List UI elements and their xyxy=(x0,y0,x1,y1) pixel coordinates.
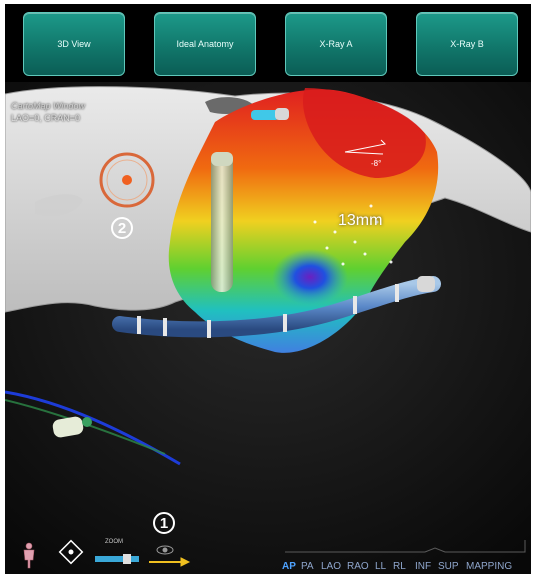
arrow-right-icon[interactable] xyxy=(149,557,191,567)
tab-sup[interactable]: SUP xyxy=(438,561,459,572)
zoom-slider-icon[interactable] xyxy=(95,554,139,564)
tab-lao[interactable]: LAO xyxy=(321,561,341,572)
angle-marker-label: -8° xyxy=(371,159,381,168)
tab-ll[interactable]: LL xyxy=(375,561,386,572)
body-figure-icon[interactable] xyxy=(23,542,35,569)
zoom-label: ZOOM xyxy=(105,539,123,545)
carto-viewport: 3D View Ideal Anatomy X-Ray A X-Ray B -8… xyxy=(5,4,531,574)
tab-inf[interactable]: INF xyxy=(415,561,431,572)
3d-map-scene[interactable]: -8° xyxy=(5,82,531,574)
tab-pa[interactable]: PA xyxy=(301,561,314,572)
ideal-anatomy-button[interactable]: Ideal Anatomy xyxy=(154,12,256,76)
eye-icon[interactable] xyxy=(156,545,174,555)
xray-a-button[interactable]: X-Ray A xyxy=(285,12,387,76)
navigation-pad-icon[interactable] xyxy=(58,539,84,565)
tab-ap[interactable]: AP xyxy=(282,561,296,572)
tab-mapping[interactable]: MAPPING xyxy=(466,561,512,572)
top-button-bar: 3D View Ideal Anatomy X-Ray A X-Ray B xyxy=(5,4,531,82)
activation-map-blue-zone xyxy=(272,249,348,305)
bottom-toolbar: ZOOM AP PA LAO RAO LL RL INF SUP MAPPING xyxy=(5,534,531,574)
3d-view-button[interactable]: 3D View xyxy=(23,12,125,76)
tab-rl[interactable]: RL xyxy=(393,561,406,572)
xray-b-button[interactable]: X-Ray B xyxy=(416,12,518,76)
tab-rao[interactable]: RAO xyxy=(347,561,369,572)
ablation-catheter[interactable] xyxy=(211,152,233,292)
